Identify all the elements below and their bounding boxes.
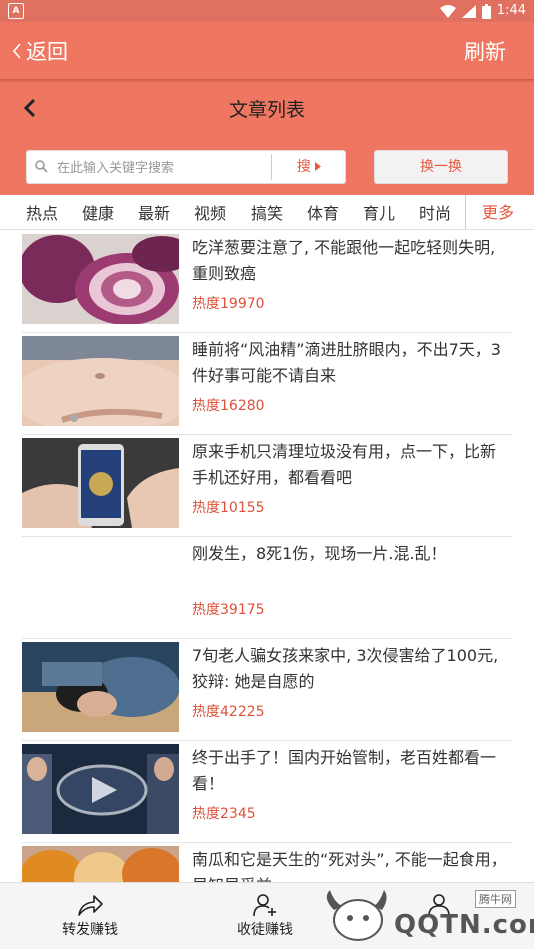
tab-parenting[interactable]: 育儿 <box>363 200 395 224</box>
list-item[interactable]: 7旬老人骗女孩来家中, 3次侵害给了100元, 狡辩: 她是自愿的 热度4222… <box>22 639 512 741</box>
refresh-button[interactable]: 刷新 <box>464 36 506 66</box>
status-bar: A 1:44 <box>0 0 534 22</box>
search-box: 搜 <box>26 150 346 184</box>
phone-image <box>22 438 179 528</box>
swap-button[interactable]: 换一换 <box>374 150 508 184</box>
top-nav-bar: 返回 刷新 <box>0 22 534 80</box>
signal-icon <box>461 4 476 18</box>
tab-hot[interactable]: 热点 <box>26 200 58 224</box>
onion-image <box>22 234 179 324</box>
tab-sports[interactable]: 体育 <box>307 200 339 224</box>
status-icons: 1:44 <box>439 2 526 20</box>
category-tabs: 热点 健康 最新 视频 搞笑 体育 育儿 时尚 更多 <box>0 195 534 230</box>
article-hot-count: 热度10155 <box>192 500 265 516</box>
page-header: 文章列表 搜 换一换 <box>0 83 534 195</box>
caret-right-icon <box>315 162 322 171</box>
article-hot-count: 热度42225 <box>192 704 265 720</box>
list-item[interactable]: 睡前将“风油精”滴进肚脐眼内，不出7天，3件好事可能不请自来 热度16280 <box>22 333 512 435</box>
article-hot-count: 热度16280 <box>192 398 265 414</box>
search-icon <box>35 160 48 173</box>
search-button-label: 搜 <box>296 159 311 175</box>
share-earn-button[interactable]: 转发赚钱 <box>35 883 145 949</box>
tab-latest[interactable]: 最新 <box>138 200 170 224</box>
list-item[interactable]: 刚发生，8死1伤，现场一片.混.乱！ 热度39175 <box>22 537 512 639</box>
tab-video[interactable]: 视频 <box>194 200 226 224</box>
belly-image <box>22 336 179 426</box>
article-title: 7旬老人骗女孩来家中, 3次侵害给了100元, 狡辩: 她是自愿的 <box>192 646 499 691</box>
chevron-left-icon <box>12 43 21 59</box>
article-hot-count: 热度39175 <box>192 602 265 618</box>
page-title: 文章列表 <box>228 99 305 121</box>
back-button[interactable]: 返回 <box>12 36 68 66</box>
list-item[interactable]: 原来手机只清理垃圾没有用，点一下，比新手机还好用，都看看吧 热度10155 <box>22 435 512 537</box>
share-icon <box>78 895 103 916</box>
recruit-earn-button[interactable]: 收徒赚钱 <box>210 883 320 949</box>
article-title: 睡前将“风油精”滴进肚脐眼内，不出7天，3件好事可能不请自来 <box>192 340 501 385</box>
list-item[interactable]: 终于出手了！国内开始管制，老百姓都看一看！ 热度2345 <box>22 741 512 843</box>
tab-fashion[interactable]: 时尚 <box>419 200 451 224</box>
recruit-earn-label: 收徒赚钱 <box>237 922 293 938</box>
clock: 1:44 <box>496 3 526 18</box>
more-tabs-button[interactable]: 更多 <box>482 199 514 223</box>
video-image <box>22 744 179 834</box>
article-title: 刚发生，8死1伤，现场一片.混.乱！ <box>192 544 447 563</box>
article-hot-count: 热度19970 <box>192 296 265 312</box>
search-input[interactable] <box>55 156 264 180</box>
notification-badge: A <box>8 3 24 19</box>
share-earn-label: 转发赚钱 <box>62 922 118 938</box>
article-hot-count: 热度2345 <box>192 806 256 822</box>
watermark-small-text: 腾牛网 <box>475 890 516 908</box>
wifi-icon <box>439 4 456 18</box>
article-title: 终于出手了！国内开始管制，老百姓都看一看！ <box>192 748 497 793</box>
watermark-bull-icon <box>326 890 387 941</box>
list-item[interactable]: 吃洋葱要注意了, 不能跟他一起吃轻则失明, 重则致癌 热度19970 <box>22 231 512 333</box>
tabs-divider <box>465 195 466 229</box>
article-title: 吃洋葱要注意了, 不能跟他一起吃轻则失明, 重则致癌 <box>192 238 496 283</box>
add-user-icon <box>253 894 276 917</box>
tab-funny[interactable]: 搞笑 <box>251 200 283 224</box>
tab-health[interactable]: 健康 <box>82 200 114 224</box>
article-title: 原来手机只清理垃圾没有用，点一下，比新手机还好用，都看看吧 <box>192 442 497 487</box>
back-label: 返回 <box>26 40 68 64</box>
sleeping-girl-image <box>22 642 179 732</box>
watermark-text: QQTN.com <box>394 910 534 940</box>
watermark-logo: QQTN.com 腾牛网 <box>320 888 534 946</box>
battery-icon <box>481 3 491 19</box>
search-button[interactable]: 搜 <box>272 151 346 183</box>
